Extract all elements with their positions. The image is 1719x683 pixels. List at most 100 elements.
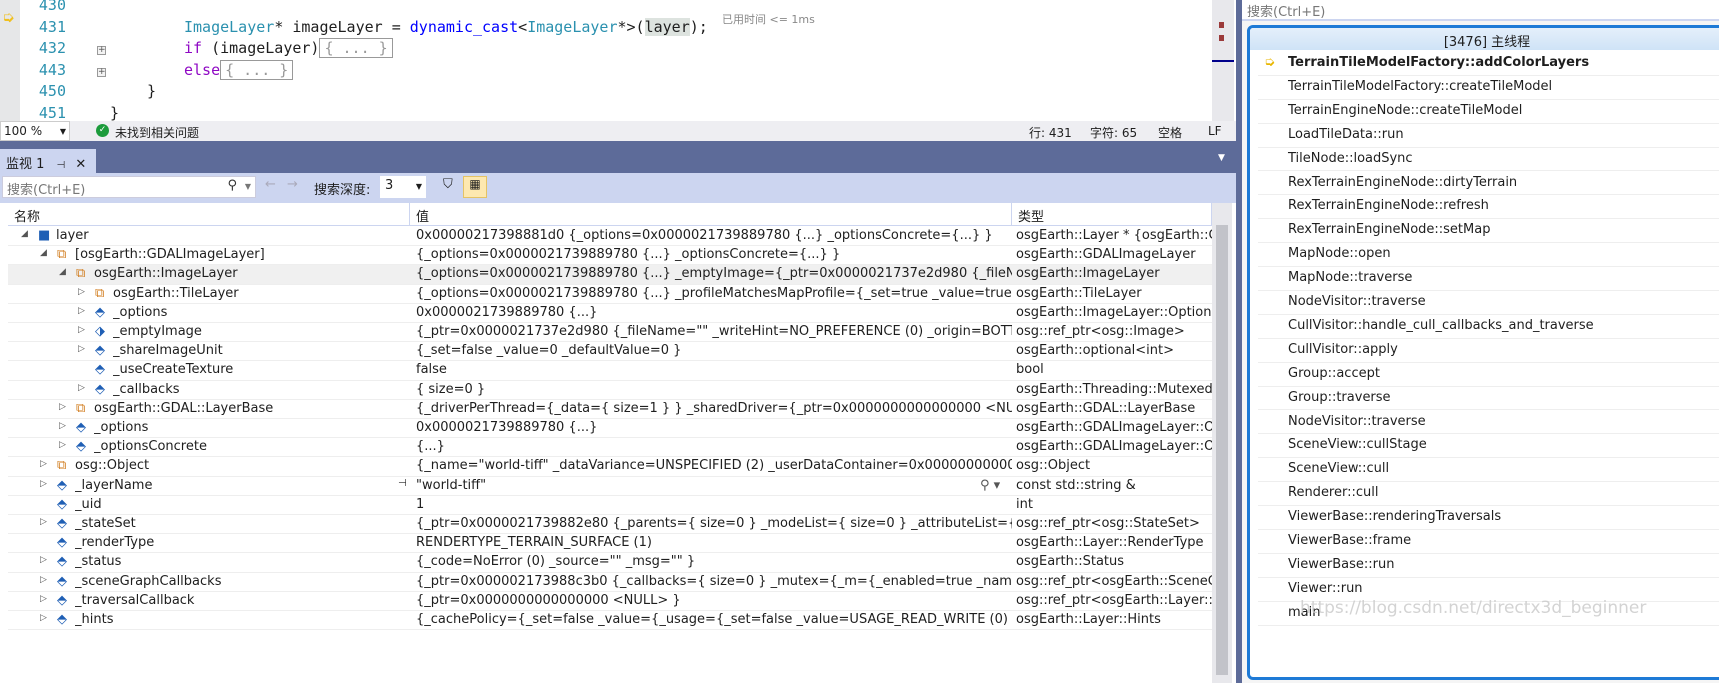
- expand-arrow-icon[interactable]: ▷: [40, 459, 47, 469]
- watch-value[interactable]: "world-tiff": [416, 478, 1012, 493]
- stack-frame[interactable]: CullVisitor::handle_cull_callbacks_and_t…: [1258, 315, 1719, 339]
- stack-frame[interactable]: ViewerBase::frame: [1258, 530, 1719, 554]
- text-visualizer-search-icon[interactable]: ⚲ ▾: [980, 478, 1000, 493]
- expand-arrow-icon[interactable]: ▷: [40, 613, 47, 623]
- code-line[interactable]: }: [147, 82, 156, 100]
- watch-name[interactable]: _uid: [75, 497, 408, 512]
- stack-frame[interactable]: ViewerBase::renderingTraversals: [1258, 506, 1719, 530]
- close-icon[interactable]: ✕: [75, 157, 86, 172]
- expand-arrow-icon[interactable]: ▷: [78, 287, 85, 297]
- expand-arrow-icon[interactable]: ▷: [40, 575, 47, 585]
- column-header-value[interactable]: 值: [410, 203, 1012, 226]
- collapse-arrow-icon[interactable]: ◢: [21, 229, 28, 239]
- stack-frame[interactable]: ➭ TerrainTileModelFactory::addColorLayers: [1258, 52, 1719, 76]
- stack-frame[interactable]: TerrainTileModelFactory::createTileModel: [1258, 76, 1719, 100]
- watch-name[interactable]: [osgEarth::GDALImageLayer]: [75, 247, 408, 262]
- stack-frame[interactable]: RexTerrainEngineNode::dirtyTerrain: [1258, 172, 1719, 196]
- stack-frame[interactable]: SceneView::cull: [1258, 458, 1719, 483]
- watch-value[interactable]: {_cachePolicy={_set=false _value={_usage…: [416, 612, 1012, 627]
- search-icon[interactable]: ⚲: [227, 178, 237, 193]
- watch-search-input[interactable]: 搜索(Ctrl+E) ⚲ ▼: [2, 176, 256, 198]
- watch-row[interactable]: ▷ ⬘ _callbacks { size=0 } osgEarth::Threadin…: [8, 381, 1212, 400]
- watch-row[interactable]: ⬘ _useCreateTexture false bool: [8, 361, 1212, 381]
- stack-frame[interactable]: TileNode::loadSync: [1258, 148, 1719, 172]
- expand-arrow-icon[interactable]: ▷: [40, 555, 47, 565]
- forward-arrow-icon[interactable]: →: [287, 177, 298, 192]
- expand-region-icon[interactable]: +: [97, 46, 106, 55]
- watch-row[interactable]: ▷ ⬗ _emptyImage {_ptr=0x0000021737e2d980 {_…: [8, 323, 1212, 343]
- issues-status[interactable]: 未找到相关问题: [115, 124, 199, 141]
- watch-name[interactable]: osg::Object: [75, 458, 408, 473]
- watch-row[interactable]: ▷ ⬘ _shareImageUnit {_set=false _value=0 _d…: [8, 342, 1212, 362]
- watch-name[interactable]: _sceneGraphCallbacks: [75, 574, 408, 589]
- watch-value[interactable]: {_ptr=0x0000021737e2d980 {_fileName="" _…: [416, 324, 1012, 339]
- watch-scrollbar[interactable]: [1212, 203, 1232, 683]
- watch-name[interactable]: _options: [113, 305, 408, 320]
- stack-frame[interactable]: LoadTileData::run: [1258, 124, 1719, 148]
- watch-value[interactable]: {_options=0x0000021739889780 {...} _empt…: [416, 266, 1012, 281]
- eol-indicator[interactable]: LF: [1208, 124, 1222, 138]
- code-line[interactable]: if (imageLayer){ ... }: [184, 38, 393, 58]
- stack-frame[interactable]: Renderer::cull: [1258, 482, 1719, 507]
- expand-arrow-icon[interactable]: ▷: [78, 344, 85, 354]
- watch-row[interactable]: ▷ ⬘ _sceneGraphCallbacks {_ptr=0x0000021739…: [8, 573, 1212, 592]
- stack-frame[interactable]: NodeVisitor::traverse: [1258, 411, 1719, 435]
- editor-scrollbar[interactable]: [1212, 0, 1234, 121]
- expand-arrow-icon[interactable]: ▷: [78, 383, 85, 393]
- watch-name[interactable]: osgEarth::GDAL::LayerBase: [94, 401, 408, 416]
- watch-name[interactable]: osgEarth::ImageLayer: [94, 266, 408, 281]
- collapsed-region[interactable]: { ... }: [220, 59, 294, 80]
- watch-row[interactable]: ▷ ⬘ _options 0x0000021739889780 {...} osgEar…: [8, 304, 1212, 323]
- back-arrow-icon[interactable]: ←: [265, 177, 276, 192]
- watch-name[interactable]: _layerName: [75, 478, 408, 493]
- window-menu-chevron-icon[interactable]: ▼: [1218, 153, 1225, 163]
- filter-icon[interactable]: ⛉: [443, 177, 453, 192]
- whitespace-indicator[interactable]: 空格: [1158, 124, 1182, 141]
- code-editor[interactable]: ➭ 430 431 ImageLayer* imageLayer = dynamic…: [0, 0, 1236, 121]
- code-line[interactable]: }: [110, 104, 119, 122]
- expand-arrow-icon[interactable]: ▷: [59, 402, 66, 412]
- watch-name[interactable]: _status: [75, 554, 408, 569]
- code-line[interactable]: else{ ... }: [184, 59, 294, 80]
- watch-value[interactable]: {_options=0x0000021739889780 {...} _prof…: [416, 286, 1012, 301]
- stack-frame[interactable]: Group::accept: [1258, 363, 1719, 387]
- pin-icon[interactable]: ⊣: [57, 160, 66, 171]
- watch-name[interactable]: _stateSet: [75, 516, 408, 531]
- collapse-arrow-icon[interactable]: ◢: [59, 267, 66, 277]
- stack-frame[interactable]: Group::traverse: [1258, 387, 1719, 411]
- watch-value[interactable]: 1: [416, 497, 1012, 512]
- stack-frame[interactable]: TerrainEngineNode::createTileModel: [1258, 100, 1719, 124]
- watch-name[interactable]: _hints: [75, 612, 408, 627]
- column-header-type[interactable]: 类型: [1012, 203, 1212, 226]
- watch-row[interactable]: ▷ ⧉ osgEarth::TileLayer {_options=0x0000021…: [8, 285, 1212, 304]
- watch-name[interactable]: _shareImageUnit: [113, 343, 408, 358]
- watch-value[interactable]: {...}: [416, 439, 1012, 454]
- watch-row[interactable]: ▷ ⬘ _stateSet {_ptr=0x0000021739882e80 {_pa…: [8, 515, 1212, 535]
- expand-arrow-icon[interactable]: ▷: [78, 325, 85, 335]
- stack-frame[interactable]: RexTerrainEngineNode::setMap: [1258, 219, 1719, 244]
- watch-value[interactable]: 0x0000021739889780 {...}: [416, 305, 1012, 320]
- tab-watch-1[interactable]: 监视 1 ⊣ ✕: [0, 149, 96, 173]
- watch-name[interactable]: osgEarth::TileLayer: [113, 286, 408, 301]
- stack-frame[interactable]: MapNode::open: [1258, 243, 1719, 268]
- watch-value[interactable]: {_name="world-tiff" _dataVariance=UNSPEC…: [416, 458, 1012, 473]
- watch-row[interactable]: ▷ ⧉ osg::Object {_name="world-tiff" _dataVa…: [8, 457, 1212, 477]
- expand-arrow-icon[interactable]: ▷: [59, 440, 66, 450]
- watch-row[interactable]: ▷ ⬘ _optionsConcrete {...} osgEarth::GDALIma…: [8, 438, 1212, 458]
- watch-value[interactable]: { size=0 }: [416, 382, 1012, 397]
- breakpoint-gutter[interactable]: ➭: [0, 0, 20, 121]
- watch-row[interactable]: ⬘ _renderType RENDERTYPE_TERRAIN_SURFACE (…: [8, 534, 1212, 554]
- watch-value[interactable]: {_ptr=0x000002173988c3b0 {_callbacks={ s…: [416, 574, 1012, 589]
- expand-region-icon[interactable]: +: [97, 67, 106, 77]
- stack-frame[interactable]: SceneView::cullStage: [1258, 434, 1719, 459]
- collapsed-region[interactable]: { ... }: [319, 38, 393, 58]
- expand-arrow-icon[interactable]: ▷: [59, 421, 66, 431]
- watch-value[interactable]: {_ptr=0x0000000000000000 <NULL> }: [416, 593, 1012, 608]
- watch-row[interactable]: ⬘ _uid 1 int: [8, 496, 1212, 515]
- watch-value[interactable]: {_ptr=0x0000021739882e80 {_parents={ siz…: [416, 516, 1012, 531]
- watch-row[interactable]: ▷ ⬘ _status {_code=NoError (0) _source="" _…: [8, 553, 1212, 573]
- watch-name[interactable]: _optionsConcrete: [94, 439, 408, 454]
- watch-row[interactable]: ▷ ⬘ _options 0x0000021739889780 {...} osgEar…: [8, 419, 1212, 439]
- pin-icon[interactable]: ⊣: [398, 478, 407, 489]
- watch-value[interactable]: {_code=NoError (0) _source="" _msg="" }: [416, 554, 1012, 569]
